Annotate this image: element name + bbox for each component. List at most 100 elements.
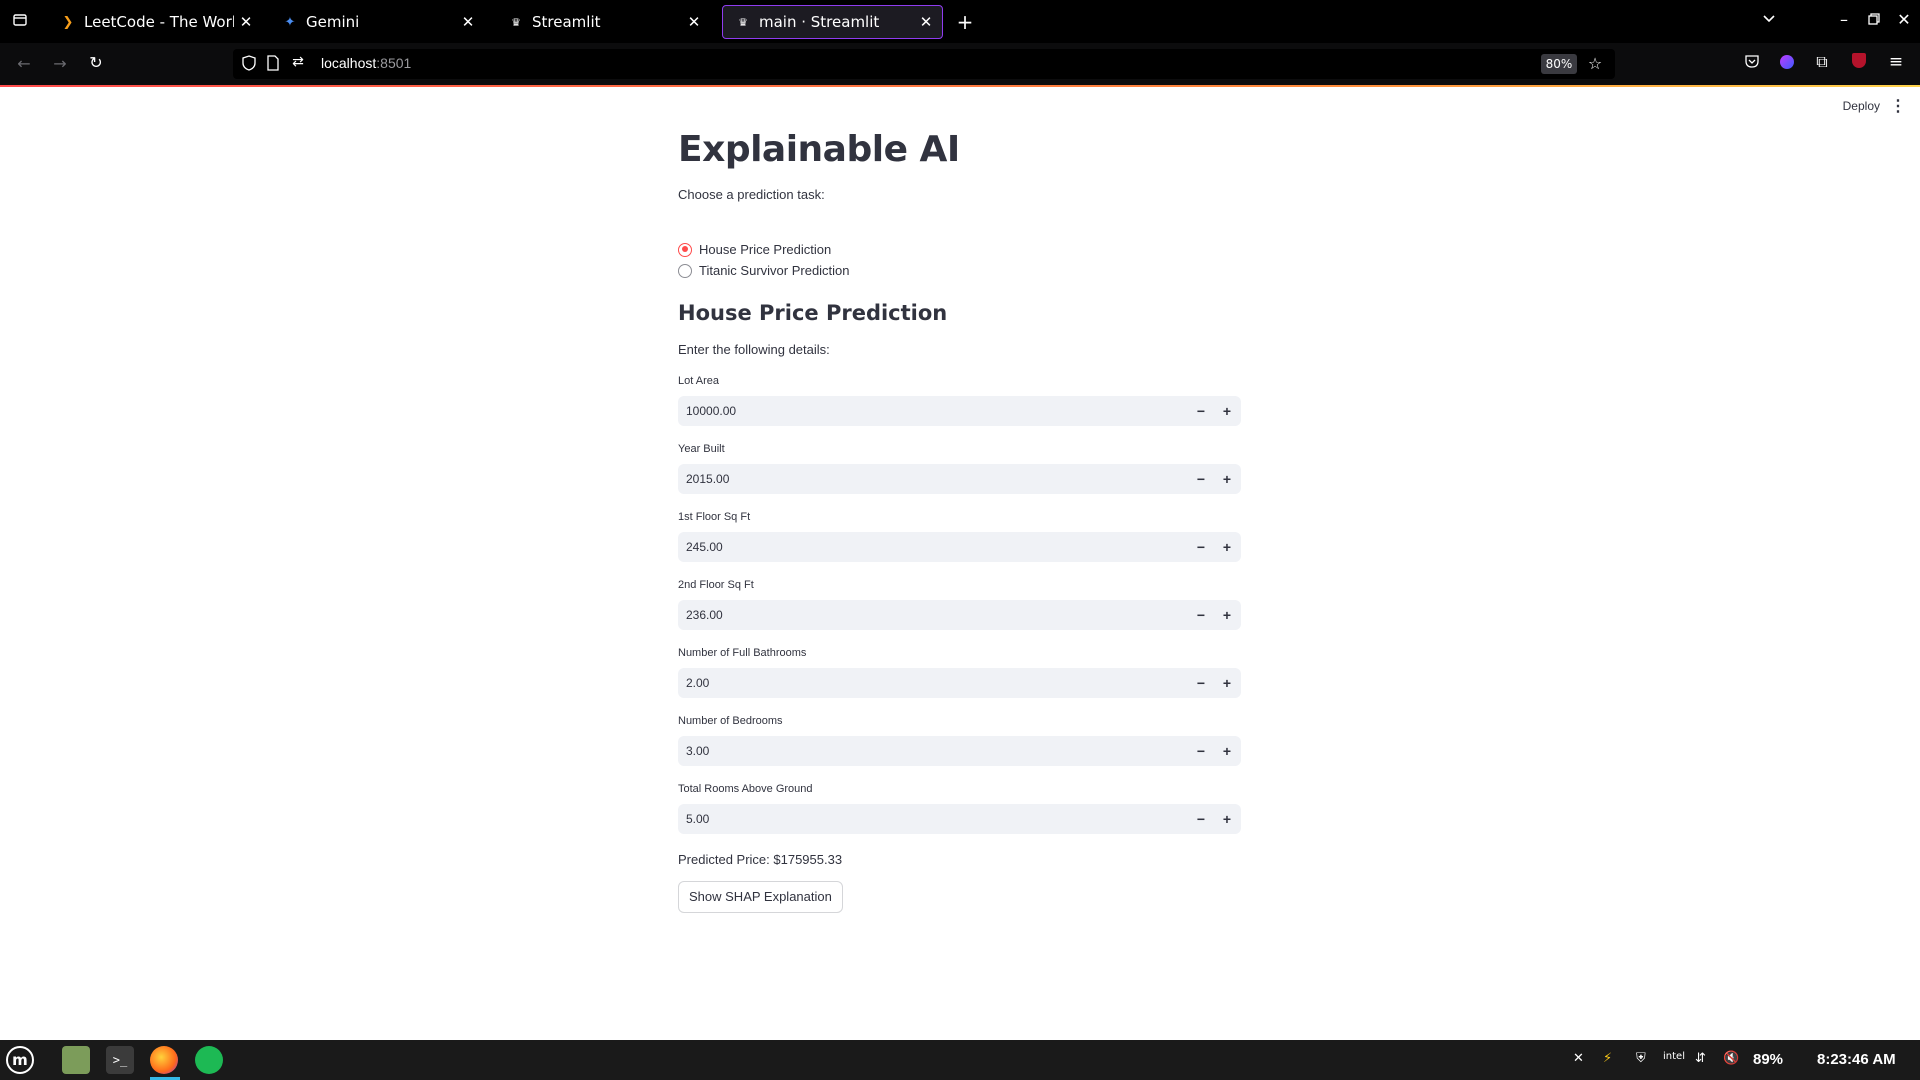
clock[interactable]: 8:23:46 AM	[1817, 1051, 1896, 1068]
lot-area-input[interactable]: 10000.00 − +	[678, 396, 1241, 426]
increment-button[interactable]: +	[1216, 604, 1238, 626]
spotify-icon[interactable]	[195, 1046, 223, 1074]
increment-button[interactable]: +	[1216, 468, 1238, 490]
minimize-icon[interactable]: –	[1832, 10, 1856, 29]
close-tray-icon[interactable]: ✕	[1573, 1051, 1584, 1066]
firefox-icon[interactable]	[150, 1046, 178, 1074]
tab-overflow-chevron-icon[interactable]	[1757, 11, 1781, 30]
reload-icon[interactable]: ↻	[84, 53, 108, 72]
total-rooms-label: Total Rooms Above Ground	[678, 783, 813, 795]
radio-label: Titanic Survivor Prediction	[699, 263, 850, 278]
url-text[interactable]: localhost:8501	[321, 55, 411, 71]
year-built-label: Year Built	[678, 443, 725, 455]
gemini-icon: ✦	[284, 14, 296, 30]
full-bathrooms-input[interactable]: 2.00 − +	[678, 668, 1241, 698]
tab-label: Gemini	[306, 13, 360, 31]
field-value[interactable]: 236.00	[686, 608, 723, 622]
tab-gemini[interactable]: ✦ Gemini ✕	[270, 5, 484, 39]
decrement-button[interactable]: −	[1190, 740, 1212, 762]
radio-selected-icon[interactable]	[678, 242, 692, 257]
tab-list-icon[interactable]	[8, 12, 32, 32]
first-floor-sqft-input[interactable]: 245.00 − +	[678, 532, 1241, 562]
page-title: Explainable AI	[678, 129, 960, 170]
field-value[interactable]: 5.00	[686, 812, 709, 826]
show-shap-explanation-button[interactable]: Show SHAP Explanation	[678, 881, 843, 913]
tab-label: LeetCode - The World's L	[84, 13, 234, 31]
decrement-button[interactable]: −	[1190, 400, 1212, 422]
terminal-icon[interactable]: >_	[106, 1046, 134, 1074]
volume-muted-icon[interactable]: 🔇	[1723, 1051, 1739, 1066]
network-icon[interactable]: ⇵	[1695, 1051, 1706, 1066]
streamlit-app: Deploy ⋮ Explainable AI Choose a predict…	[0, 87, 1920, 1040]
increment-button[interactable]: +	[1216, 672, 1238, 694]
close-tab-icon[interactable]: ✕	[456, 13, 480, 31]
bedrooms-input[interactable]: 3.00 − +	[678, 736, 1241, 766]
details-prompt: Enter the following details:	[678, 342, 830, 357]
streamlit-icon: ♛	[511, 15, 521, 29]
second-floor-sqft-input[interactable]: 236.00 − +	[678, 600, 1241, 630]
permissions-icon[interactable]: ⇄	[289, 54, 307, 70]
deploy-button[interactable]: Deploy	[1843, 99, 1880, 113]
forward-icon[interactable]: →	[48, 54, 72, 73]
shield-icon[interactable]	[241, 55, 257, 75]
power-icon[interactable]: ⚡	[1603, 1051, 1612, 1066]
first-floor-sqft-label: 1st Floor Sq Ft	[678, 511, 751, 523]
full-bathrooms-label: Number of Full Bathrooms	[678, 647, 807, 659]
close-tab-icon[interactable]: ✕	[234, 13, 258, 31]
year-built-input[interactable]: 2015.00 − +	[678, 464, 1241, 494]
close-tab-icon[interactable]: ✕	[914, 13, 938, 31]
file-manager-icon[interactable]	[62, 1046, 90, 1074]
decrement-button[interactable]: −	[1190, 536, 1212, 558]
close-tab-icon[interactable]: ✕	[682, 13, 706, 31]
increment-button[interactable]: +	[1216, 808, 1238, 830]
radio-unselected-icon[interactable]	[678, 263, 692, 278]
ublock-extension-icon[interactable]	[1849, 53, 1869, 72]
zoom-level-badge[interactable]: 80%	[1541, 54, 1577, 74]
menu-icon[interactable]: ≡	[1884, 52, 1908, 72]
streamlit-icon: ♛	[738, 15, 748, 29]
battery-indicator[interactable]: 89%	[1753, 1051, 1783, 1068]
tab-leetcode[interactable]: ❯ LeetCode - The World's L ✕	[48, 5, 262, 39]
bedrooms-label: Number of Bedrooms	[678, 715, 783, 727]
new-tab-icon[interactable]: +	[953, 10, 977, 34]
radio-label: House Price Prediction	[699, 242, 832, 257]
url-bar[interactable]: ⇄ localhost:8501 80% ☆	[233, 49, 1615, 79]
decrement-button[interactable]: −	[1190, 604, 1212, 626]
page-icon[interactable]	[265, 55, 281, 75]
tab-streamlit[interactable]: ♛ Streamlit ✕	[496, 5, 710, 39]
intel-icon[interactable]: intel	[1663, 1051, 1685, 1062]
close-window-icon[interactable]: ✕	[1892, 10, 1916, 29]
increment-button[interactable]: +	[1216, 536, 1238, 558]
increment-button[interactable]: +	[1216, 400, 1238, 422]
field-value[interactable]: 3.00	[686, 744, 709, 758]
decrement-button[interactable]: −	[1190, 808, 1212, 830]
bookmark-star-icon[interactable]: ☆	[1585, 54, 1605, 73]
back-icon[interactable]: ←	[12, 54, 36, 73]
radio-house-price[interactable]: House Price Prediction	[678, 242, 831, 257]
main-menu-icon[interactable]: ⋮	[1890, 96, 1906, 116]
tab-main-streamlit[interactable]: ♛ main · Streamlit ✕	[722, 5, 943, 39]
tab-label: main · Streamlit	[759, 13, 880, 31]
total-rooms-input[interactable]: 5.00 − +	[678, 804, 1241, 834]
field-value[interactable]: 245.00	[686, 540, 723, 554]
increment-button[interactable]: +	[1216, 740, 1238, 762]
predicted-price: Predicted Price: $175955.33	[678, 852, 843, 867]
radio-titanic[interactable]: Titanic Survivor Prediction	[678, 263, 850, 278]
field-value[interactable]: 2.00	[686, 676, 709, 690]
field-value[interactable]: 2015.00	[686, 472, 729, 486]
restore-icon[interactable]	[1862, 10, 1886, 29]
extensions-icon[interactable]: ⧉	[1812, 52, 1832, 72]
field-value[interactable]: 10000.00	[686, 404, 736, 418]
task-prompt: Choose a prediction task:	[678, 187, 825, 202]
os-taskbar: m >_ ✕ ⚡ ⛨ intel ⇵ 🔇 89% 8:23:46 AM	[0, 1040, 1920, 1080]
decrement-button[interactable]: −	[1190, 468, 1212, 490]
mint-menu-icon[interactable]: m	[6, 1046, 34, 1074]
shield-tray-icon[interactable]: ⛨	[1636, 1051, 1646, 1066]
profile-icon[interactable]	[1777, 54, 1797, 73]
decrement-button[interactable]: −	[1190, 672, 1212, 694]
lot-area-label: Lot Area	[678, 375, 719, 387]
pocket-icon[interactable]	[1742, 53, 1762, 73]
second-floor-sqft-label: 2nd Floor Sq Ft	[678, 579, 754, 591]
tab-label: Streamlit	[532, 13, 601, 31]
section-heading: House Price Prediction	[678, 301, 948, 325]
